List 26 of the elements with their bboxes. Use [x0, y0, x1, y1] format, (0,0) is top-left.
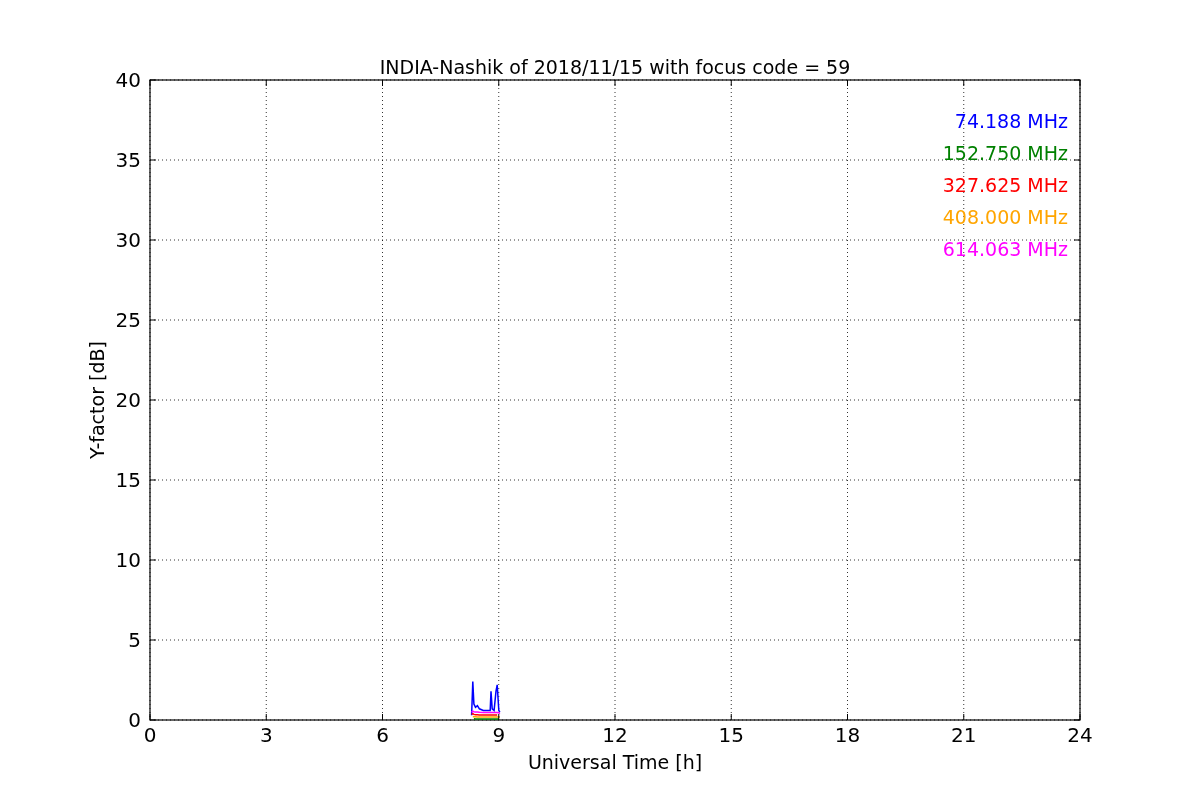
y-tick-label: 40: [115, 68, 141, 92]
x-tick-label: 21: [951, 723, 977, 747]
y-tick-label: 15: [115, 468, 141, 492]
x-tick-label: 6: [376, 723, 389, 747]
legend-label: 152.750 MHz: [942, 142, 1068, 164]
legend-label: 327.625 MHz: [942, 174, 1068, 196]
legend-label: 74.188 MHz: [954, 110, 1068, 132]
y-tick-label: 20: [115, 388, 141, 412]
x-tick-label: 0: [143, 723, 157, 747]
y-axis-label: Y-factor [dB]: [86, 341, 108, 459]
x-tick-label: 9: [492, 723, 506, 747]
x-axis-label: Universal Time [h]: [527, 751, 703, 773]
x-tick-label: 12: [602, 723, 628, 747]
legend-label: 408.000 MHz: [942, 206, 1068, 228]
legend-label: 614.063 MHz: [942, 238, 1068, 260]
x-tick-label: 18: [834, 723, 861, 747]
x-tick-label: 24: [1067, 723, 1093, 747]
y-tick-label: 35: [115, 148, 141, 172]
x-tick-label: 15: [718, 723, 744, 747]
y-tick-label: 5: [128, 628, 141, 652]
y-tick-label: 0: [128, 708, 141, 732]
y-tick-label: 30: [115, 228, 141, 252]
chart-title: INDIA-Nashik of 2018/11/15 with focus code = 59: [379, 56, 851, 78]
x-tick-label: 3: [259, 723, 273, 747]
y-tick-label: 10: [115, 548, 141, 572]
y-tick-label: 25: [115, 308, 141, 332]
